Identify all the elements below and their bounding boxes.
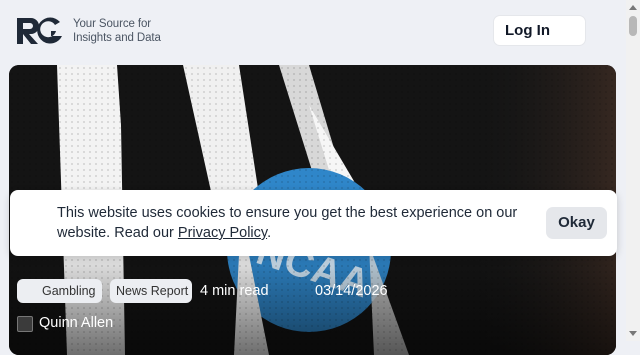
read-time: 4 min read — [200, 283, 269, 299]
rg-logo-icon[interactable] — [16, 16, 64, 46]
author-avatar-icon — [17, 316, 33, 332]
author-name[interactable]: Quinn Allen — [39, 315, 113, 331]
scroll-up-icon[interactable] — [629, 5, 637, 10]
site-header: Your Source for Insights and Data Log In — [0, 0, 626, 60]
tag-news-report[interactable]: News Report — [110, 279, 192, 303]
site-tagline: Your Source for Insights and Data — [73, 17, 161, 45]
scroll-down-icon[interactable] — [629, 331, 637, 336]
cookie-text-before: This website uses cookies to ensure you … — [57, 205, 518, 241]
cookie-banner: This website uses cookies to ensure you … — [10, 190, 617, 256]
cookie-text-after: . — [267, 225, 272, 241]
login-button[interactable]: Log In — [493, 15, 586, 46]
okay-button[interactable]: Okay — [546, 207, 607, 239]
tagline-line-2: Insights and Data — [73, 32, 161, 44]
tagline-line-1: Your Source for — [73, 18, 151, 30]
privacy-policy-link[interactable]: Privacy Policy — [178, 225, 267, 241]
cookie-message: This website uses cookies to ensure you … — [57, 203, 537, 243]
tag-gambling[interactable]: Gambling — [17, 279, 102, 303]
page-scrollbar[interactable] — [626, 0, 640, 341]
publish-date: 03/14/2026 — [315, 283, 388, 299]
scroll-thumb[interactable] — [629, 16, 637, 36]
